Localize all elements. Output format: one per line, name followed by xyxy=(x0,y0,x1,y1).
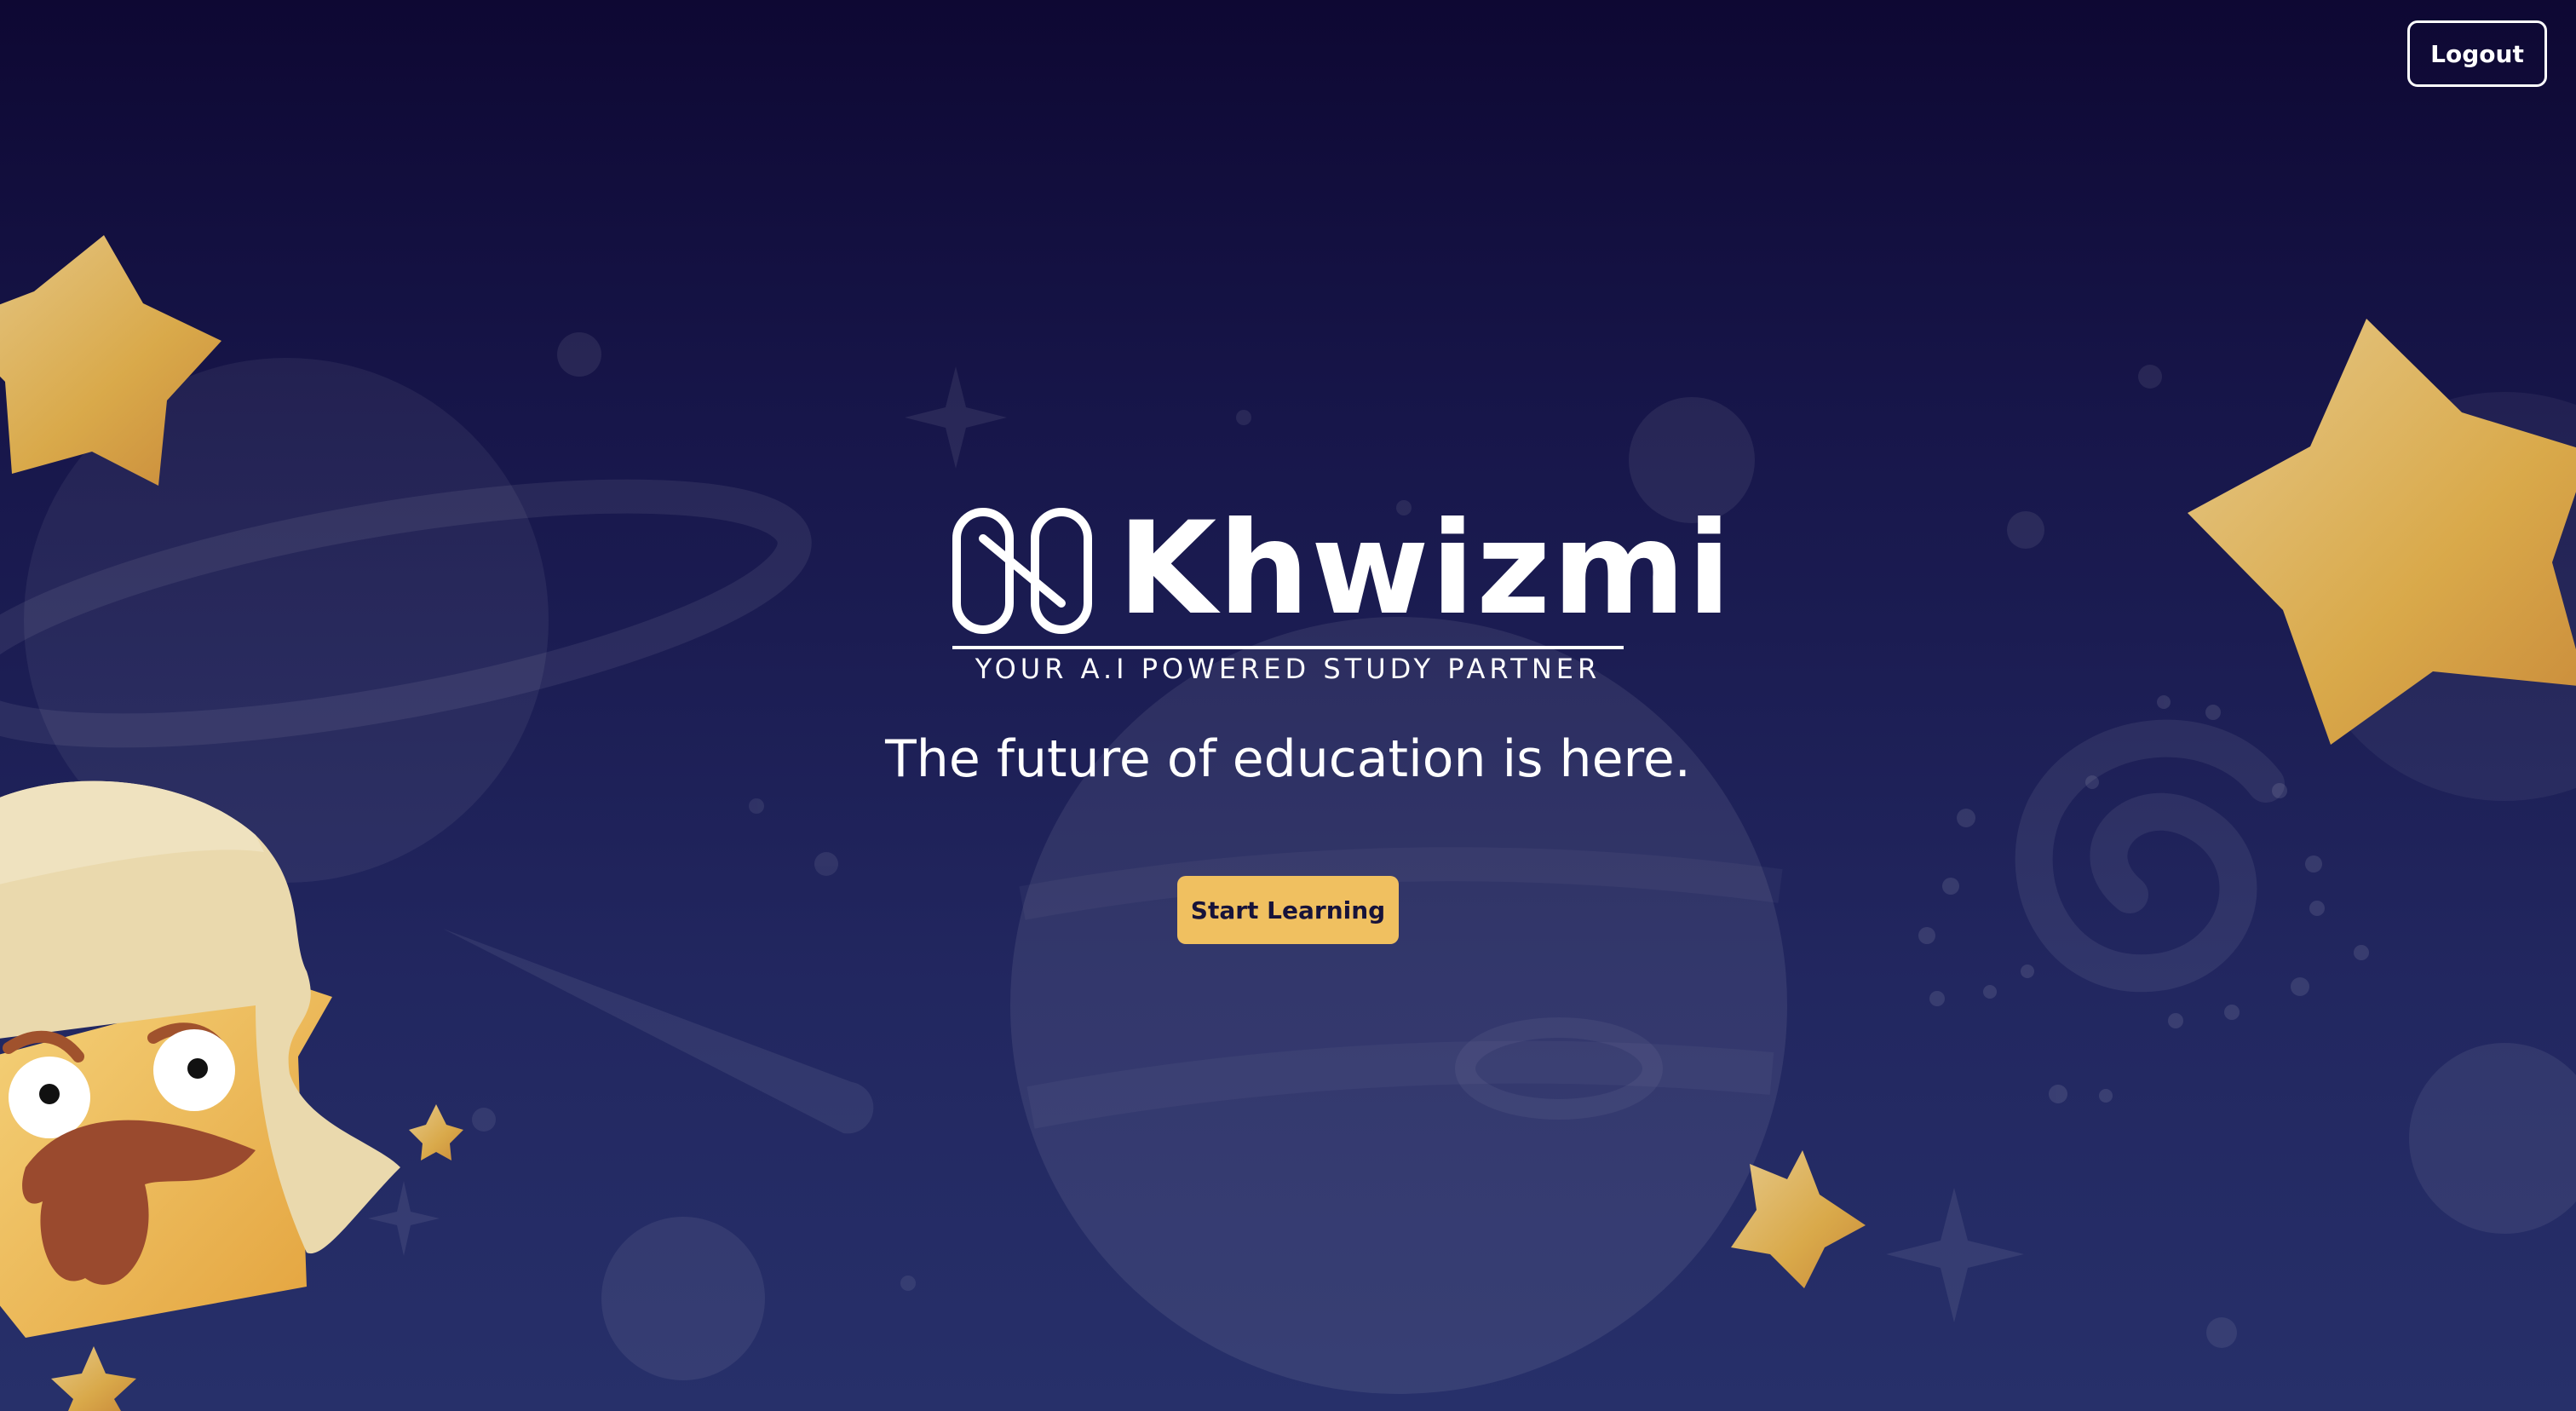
infinity-n-logo-icon xyxy=(952,508,1092,634)
hero-headline: The future of education is here. xyxy=(885,729,1691,789)
hero-section: Khwizmi YOUR A.I POWERED STUDY PARTNER T… xyxy=(0,0,2576,1411)
brand-divider xyxy=(952,646,1624,649)
start-learning-button[interactable]: Start Learning xyxy=(1177,876,1399,944)
brand-tagline: YOUR A.I POWERED STUDY PARTNER xyxy=(975,653,1601,685)
brand-name: Khwizmi xyxy=(1118,495,1734,643)
